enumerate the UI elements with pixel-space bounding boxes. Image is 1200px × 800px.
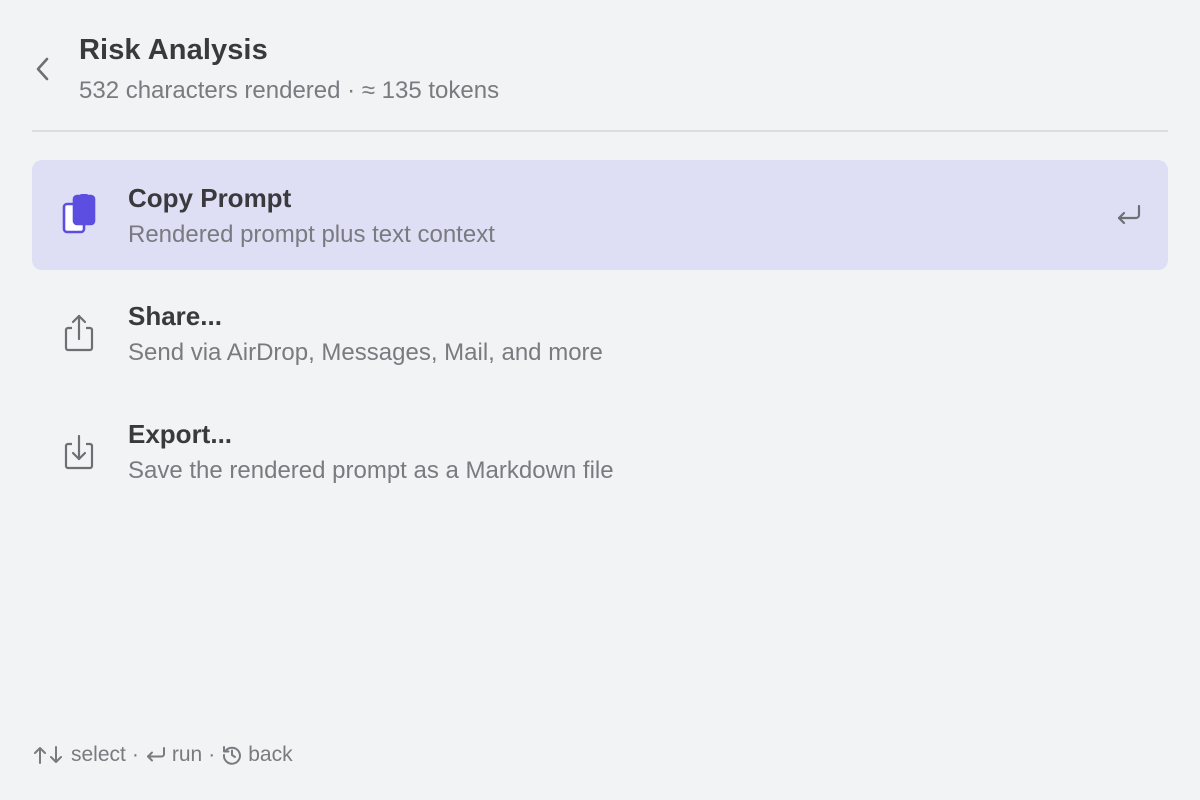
action-panel: Risk Analysis 532 characters rendered · … — [0, 0, 1200, 800]
separator: · — [131, 743, 139, 766]
return-icon — [1114, 200, 1144, 230]
page-title: Risk Analysis — [79, 34, 268, 66]
item-title: Copy Prompt — [128, 183, 292, 213]
item-title: Export... — [128, 419, 233, 449]
hint-back: back — [221, 743, 293, 767]
action-item-share[interactable]: Share... Send via AirDrop, Messages, Mai… — [32, 278, 1168, 388]
action-item-copy-prompt[interactable]: Copy Prompt Rendered prompt plus text co… — [32, 160, 1168, 270]
separator: · — [208, 743, 216, 766]
action-item-export[interactable]: Export... Save the rendered prompt as a … — [32, 396, 1168, 506]
divider — [32, 130, 1168, 132]
hint-run: run — [145, 743, 202, 767]
item-description: Rendered prompt plus text context — [128, 221, 495, 248]
return-icon — [145, 745, 167, 765]
arrow-up-down-icon — [32, 745, 66, 765]
item-title: Share... — [128, 301, 222, 331]
chevron-left-icon — [36, 57, 49, 81]
item-description: Save the rendered prompt as a Markdown f… — [128, 457, 614, 484]
download-icon — [62, 430, 96, 472]
item-description: Send via AirDrop, Messages, Mail, and mo… — [128, 339, 603, 366]
page-subtitle: 532 characters rendered · ≈ 135 tokens — [79, 77, 500, 104]
back-button[interactable] — [32, 54, 54, 84]
copy-icon — [62, 194, 96, 236]
header: Risk Analysis 532 characters rendered · … — [32, 28, 1168, 130]
keyboard-hints: select · run · back — [32, 740, 293, 770]
share-icon — [62, 312, 96, 354]
hint-select: select — [32, 743, 126, 767]
history-icon — [221, 744, 243, 766]
